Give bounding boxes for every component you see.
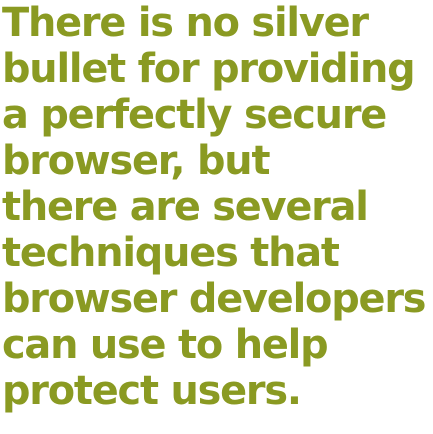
quote-line-1: There is no silver (2, 0, 369, 46)
quote-line-8: can use to help (2, 322, 329, 368)
quote-line-9: protect users. (2, 368, 302, 414)
quote-line-6: techniques that (2, 230, 340, 276)
quote-line-5: there are several (2, 184, 369, 230)
quote-line-7: browser developers (2, 276, 426, 322)
quote-line-2: bullet for providing (2, 46, 416, 92)
quote-line-3: a perfectly secure (2, 92, 387, 138)
pull-quote: There is no silver bullet for providing … (2, 0, 433, 414)
quote-line-4: browser, but (2, 138, 270, 184)
